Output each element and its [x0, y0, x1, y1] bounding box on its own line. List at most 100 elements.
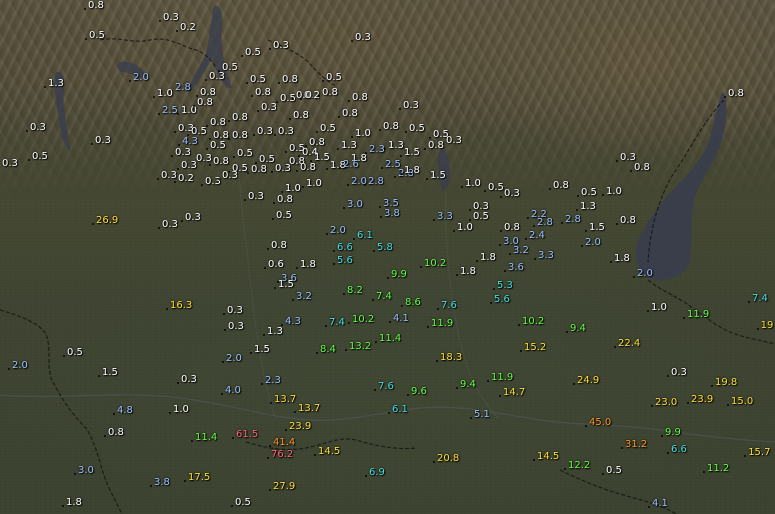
station-value[interactable]: 11.9: [486, 372, 513, 384]
station-value[interactable]: 0.5: [484, 182, 504, 194]
station-value[interactable]: 0.8: [209, 156, 229, 168]
station-value[interactable]: 3.2: [292, 291, 312, 303]
station-value[interactable]: 0.3: [500, 188, 520, 200]
station-value[interactable]: 1.8: [456, 266, 476, 278]
station-value[interactable]: 0.3: [177, 160, 197, 172]
station-value[interactable]: 0.5: [206, 140, 226, 152]
station-value[interactable]: 0.8: [630, 162, 650, 174]
station-value[interactable]: 0.3: [177, 374, 197, 386]
station-value[interactable]: 0.8: [206, 117, 226, 129]
station-value[interactable]: 0.3: [257, 102, 277, 114]
station-value[interactable]: 1.8: [400, 165, 420, 177]
station-value[interactable]: 26.9: [91, 215, 118, 227]
station-value[interactable]: 0.5: [246, 74, 266, 86]
station-value[interactable]: 0.8: [228, 130, 248, 142]
station-value[interactable]: 27.9: [268, 481, 295, 493]
station-value[interactable]: 2.0: [129, 72, 149, 84]
station-value[interactable]: 0.3: [269, 40, 289, 52]
station-value[interactable]: 1.5: [585, 222, 605, 234]
station-value[interactable]: 1.5: [426, 170, 446, 182]
station-value[interactable]: 0.3: [181, 212, 201, 224]
station-value[interactable]: 0.5: [63, 347, 83, 359]
station-value[interactable]: 0.5: [469, 211, 489, 223]
station-value[interactable]: 11.4: [374, 333, 401, 345]
station-value[interactable]: 0.5: [405, 123, 425, 135]
station-value[interactable]: 7.4: [325, 317, 345, 329]
station-value[interactable]: 1.5: [400, 147, 420, 159]
station-value[interactable]: 23.0: [650, 397, 677, 409]
station-value[interactable]: 11.4: [190, 432, 217, 444]
station-value[interactable]: 10.2: [517, 316, 544, 328]
station-value[interactable]: 0.3: [244, 191, 264, 203]
station-value[interactable]: 0.8: [267, 240, 287, 252]
station-value[interactable]: 2.3: [261, 375, 281, 387]
station-value[interactable]: 12.2: [563, 460, 590, 472]
station-value[interactable]: 0.3: [223, 305, 243, 317]
station-value[interactable]: 18.3: [435, 352, 462, 364]
station-value[interactable]: 9.9: [661, 427, 681, 439]
station-value[interactable]: 61.5: [231, 429, 258, 441]
station-value[interactable]: 8.4: [316, 344, 336, 356]
station-value[interactable]: 2.8: [561, 214, 581, 226]
station-value[interactable]: 0.8: [549, 180, 569, 192]
station-value[interactable]: 0.3: [26, 122, 46, 134]
station-value[interactable]: 0.5: [233, 148, 253, 160]
station-value[interactable]: 1.3: [263, 326, 283, 338]
station-value[interactable]: 2.5: [158, 105, 178, 117]
station-value[interactable]: 0.8: [318, 87, 338, 99]
station-value[interactable]: 2.6: [339, 159, 359, 171]
station-value[interactable]: 6.9: [365, 467, 385, 479]
station-value[interactable]: 6.1: [388, 404, 408, 416]
station-value[interactable]: 0.5: [85, 30, 105, 42]
station-value[interactable]: 1.0: [302, 178, 322, 190]
station-value[interactable]: 1.0: [461, 178, 481, 190]
station-value[interactable]: 3.3: [433, 211, 453, 223]
station-value[interactable]: 15.7: [744, 447, 770, 459]
station-value[interactable]: 23.9: [284, 421, 311, 433]
station-value[interactable]: 23.9: [686, 394, 713, 406]
station-value[interactable]: 0.6: [264, 259, 284, 271]
station-value[interactable]: 0.8: [424, 140, 444, 152]
station-value[interactable]: 0.8: [296, 162, 316, 174]
station-value[interactable]: 1.0: [169, 404, 189, 416]
station-value[interactable]: 3.8: [380, 208, 400, 220]
station-value[interactable]: 0.3: [399, 100, 419, 112]
station-value[interactable]: 2.0: [222, 353, 242, 365]
station-value[interactable]: 0.3: [91, 135, 111, 147]
station-value[interactable]: 1.8: [476, 252, 496, 264]
station-value[interactable]: 3.0: [343, 199, 363, 211]
station-value[interactable]: 1.0: [453, 222, 473, 234]
station-value[interactable]: 1.5: [250, 344, 270, 356]
station-value[interactable]: 9.4: [456, 379, 476, 391]
station-value[interactable]: 6.1: [353, 230, 373, 242]
station-value[interactable]: 5.1: [470, 409, 490, 421]
station-value[interactable]: 0.3: [218, 170, 238, 182]
station-value[interactable]: 1.8: [610, 253, 630, 265]
station-value[interactable]: 0.3: [171, 147, 191, 159]
station-value[interactable]: 0.5: [231, 497, 251, 509]
station-value[interactable]: 2.8: [533, 217, 553, 229]
station-value[interactable]: 14.7: [498, 387, 525, 399]
station-value[interactable]: 3.6: [504, 262, 524, 274]
station-value[interactable]: 0.3: [351, 32, 371, 44]
station-value[interactable]: 4.1: [648, 498, 668, 510]
station-value[interactable]: 9.4: [566, 323, 586, 335]
station-value[interactable]: 24.9: [572, 375, 599, 387]
station-value[interactable]: 1.0: [602, 186, 622, 198]
station-value[interactable]: 20.8: [432, 453, 459, 465]
station-value[interactable]: 0.3: [253, 126, 273, 138]
station-value[interactable]: 5.8: [373, 242, 393, 254]
station-value[interactable]: 0.8: [289, 110, 309, 122]
station-value[interactable]: 11.9: [682, 309, 709, 321]
station-value[interactable]: 2.0: [633, 268, 653, 280]
station-value[interactable]: 0.8: [251, 87, 271, 99]
station-value[interactable]: 0.3: [205, 71, 225, 83]
station-value[interactable]: 0.8: [228, 112, 248, 124]
station-value[interactable]: 0.8: [247, 164, 267, 176]
precipitation-map[interactable]: 0.8 0.3 0.2 0.5 0.3 0.3 0.5 0.5 0.3 0.5 0.8 0.5 2.0 1…: [0, 0, 775, 514]
station-value[interactable]: 0.2: [174, 173, 194, 185]
station-value[interactable]: 5.3: [493, 280, 513, 292]
station-value[interactable]: 3.2: [509, 245, 529, 257]
station-value[interactable]: 0.5: [322, 72, 342, 84]
station-value[interactable]: 0.5: [272, 210, 292, 222]
